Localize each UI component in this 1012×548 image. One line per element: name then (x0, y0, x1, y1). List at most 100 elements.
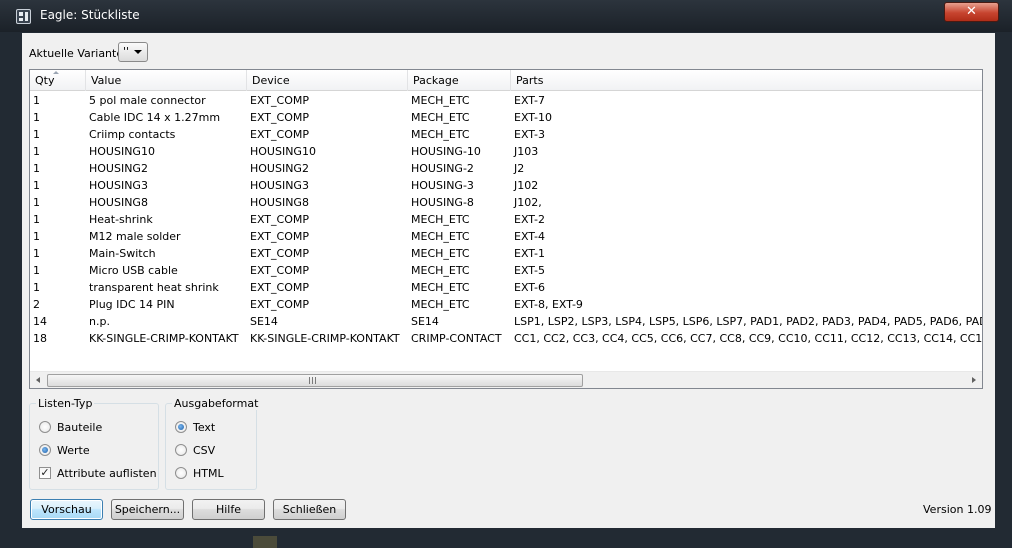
table-row[interactable]: 1 M12 male solder EXT_COMP MECH_ETC EXT-4 (30, 228, 982, 245)
cell-qty: 1 (33, 145, 40, 158)
radio-text-label: Text (193, 421, 216, 434)
cell-qty: 1 (33, 128, 40, 141)
table-row[interactable]: 2 Plug IDC 14 PIN EXT_COMP MECH_ETC EXT-8, E… (30, 296, 982, 313)
cell-parts: EXT-5 (514, 264, 545, 277)
checkbox-check-icon[interactable]: ✓ (39, 467, 51, 479)
table-row[interactable]: 1 HOUSING2 HOUSING2 HOUSING-2 J2 (30, 160, 982, 177)
table-row[interactable]: 1 Cable IDC 14 x 1.27mm EXT_COMP MECH_ETC EX… (30, 109, 982, 126)
cell-package: MECH_ETC (411, 94, 470, 107)
horizontal-scrollbar[interactable] (30, 371, 982, 388)
preview-button[interactable]: Vorschau (30, 499, 103, 520)
list-header: Qty Value Device Package Parts (30, 70, 982, 91)
variant-dropdown[interactable]: '' (118, 42, 148, 62)
cell-package: SE14 (411, 315, 439, 328)
variant-value: '' (123, 45, 130, 58)
scroll-left-icon[interactable] (36, 377, 40, 383)
cell-device: EXT_COMP (250, 247, 309, 260)
save-button[interactable]: Speichern... (111, 499, 184, 520)
cell-package: HOUSING-3 (411, 179, 474, 192)
cell-parts: CC1, CC2, CC3, CC4, CC5, CC6, CC7, CC8, … (514, 332, 982, 345)
window-close-button[interactable]: ✕ (944, 2, 999, 22)
window-title: Eagle: Stückliste (40, 8, 140, 22)
cell-parts: EXT-1 (514, 247, 545, 260)
dialog-client-area: Aktuelle Variante '' Qty Value Device Pa… (22, 33, 995, 528)
cell-package: MECH_ETC (411, 128, 470, 141)
scrollbar-grip-icon (309, 377, 318, 384)
cell-qty: 1 (33, 213, 40, 226)
column-header-package[interactable]: Package (408, 70, 511, 91)
cell-parts: EXT-7 (514, 94, 545, 107)
variant-label: Aktuelle Variante (29, 47, 124, 60)
table-row[interactable]: 1 Micro USB cable EXT_COMP MECH_ETC EXT-5 (30, 262, 982, 279)
cell-device: EXT_COMP (250, 264, 309, 277)
cell-value: transparent heat shrink (89, 281, 219, 294)
cell-qty: 1 (33, 247, 40, 260)
column-header-qty[interactable]: Qty (30, 70, 86, 91)
column-header-qty-label: Qty (35, 74, 55, 87)
cell-value: KK-SINGLE-CRIMP-KONTAKT (89, 332, 239, 345)
table-row[interactable]: 1 transparent heat shrink EXT_COMP MECH_ETC… (30, 279, 982, 296)
cell-value: Micro USB cable (89, 264, 178, 277)
cell-value: HOUSING2 (89, 162, 148, 175)
list-type-group: Listen-Typ Bauteile Werte ✓ Attribute au… (29, 397, 159, 490)
cell-value: Criimp contacts (89, 128, 176, 141)
bom-list[interactable]: Qty Value Device Package Parts 1 5 pol ma… (29, 69, 983, 389)
cell-qty: 1 (33, 264, 40, 277)
dialog-window: Eagle: Stückliste ✕ Aktuelle Variante ''… (0, 0, 1012, 548)
cell-device: HOUSING2 (250, 162, 309, 175)
cell-value: HOUSING10 (89, 145, 155, 158)
radio-circle[interactable] (175, 467, 187, 479)
table-row[interactable]: 1 HOUSING8 HOUSING8 HOUSING-8 J102, (30, 194, 982, 211)
cell-package: MECH_ETC (411, 213, 470, 226)
radio-circle[interactable] (175, 444, 187, 456)
cell-package: HOUSING-2 (411, 162, 474, 175)
table-row[interactable]: 18 KK-SINGLE-CRIMP-KONTAKT KK-SINGLE-CRIMP… (30, 330, 982, 347)
cell-parts: EXT-4 (514, 230, 545, 243)
version-label: Version 1.09 (923, 503, 992, 516)
output-format-group: Ausgabeformat Text CSV HTML (165, 397, 261, 490)
column-header-device[interactable]: Device (247, 70, 408, 91)
table-row[interactable]: 1 HOUSING3 HOUSING3 HOUSING-3 J102 (30, 177, 982, 194)
column-header-parts[interactable]: Parts (511, 70, 982, 91)
cell-parts: J102 (514, 179, 539, 192)
cell-device: EXT_COMP (250, 281, 309, 294)
cell-package: MECH_ETC (411, 247, 470, 260)
cell-parts: EXT-6 (514, 281, 545, 294)
table-row[interactable]: 1 HOUSING10 HOUSING10 HOUSING-10 J103 (30, 143, 982, 160)
attribute-checkbox-label: Attribute auflisten (57, 467, 157, 480)
output-format-legend: Ausgabeformat (172, 397, 261, 410)
cell-device: EXT_COMP (250, 128, 309, 141)
cell-device: EXT_COMP (250, 111, 309, 124)
radio-circle[interactable] (175, 421, 187, 433)
table-row[interactable]: 14 n.p. SE14 SE14 LSP1, LSP2, LSP3, LSP4, LS… (30, 313, 982, 330)
cell-device: HOUSING3 (250, 179, 309, 192)
cell-device: EXT_COMP (250, 298, 309, 311)
table-row[interactable]: 1 Criimp contacts EXT_COMP MECH_ETC EXT-3 (30, 126, 982, 143)
cell-qty: 14 (33, 315, 47, 328)
list-rows: 1 5 pol male connector EXT_COMP MECH_ETC EXT… (30, 92, 982, 347)
radio-circle[interactable] (39, 444, 51, 456)
cell-device: HOUSING8 (250, 196, 309, 209)
table-row[interactable]: 1 Main-Switch EXT_COMP MECH_ETC EXT-1 (30, 245, 982, 262)
scroll-right-icon[interactable] (972, 377, 976, 383)
cell-parts: J102, (514, 196, 542, 209)
cell-qty: 1 (33, 179, 40, 192)
table-row[interactable]: 1 Heat-shrink EXT_COMP MECH_ETC EXT-2 (30, 211, 982, 228)
scrollbar-thumb[interactable] (47, 374, 583, 387)
title-bar[interactable]: Eagle: Stückliste ✕ (0, 0, 1012, 32)
cell-parts: J2 (514, 162, 525, 175)
cell-qty: 1 (33, 281, 40, 294)
table-row[interactable]: 1 5 pol male connector EXT_COMP MECH_ETC EXT… (30, 92, 982, 109)
help-button[interactable]: Hilfe (192, 499, 265, 520)
cell-package: MECH_ETC (411, 111, 470, 124)
column-header-value[interactable]: Value (86, 70, 247, 91)
close-button[interactable]: Schließen (273, 499, 346, 520)
cell-parts: EXT-10 (514, 111, 552, 124)
radio-circle[interactable] (39, 421, 51, 433)
eagle-app-icon (16, 9, 31, 24)
cell-value: n.p. (89, 315, 110, 328)
cell-package: MECH_ETC (411, 230, 470, 243)
background-fragment (253, 536, 277, 548)
radio-bauteile-label: Bauteile (57, 421, 103, 434)
cell-parts: EXT-8, EXT-9 (514, 298, 583, 311)
